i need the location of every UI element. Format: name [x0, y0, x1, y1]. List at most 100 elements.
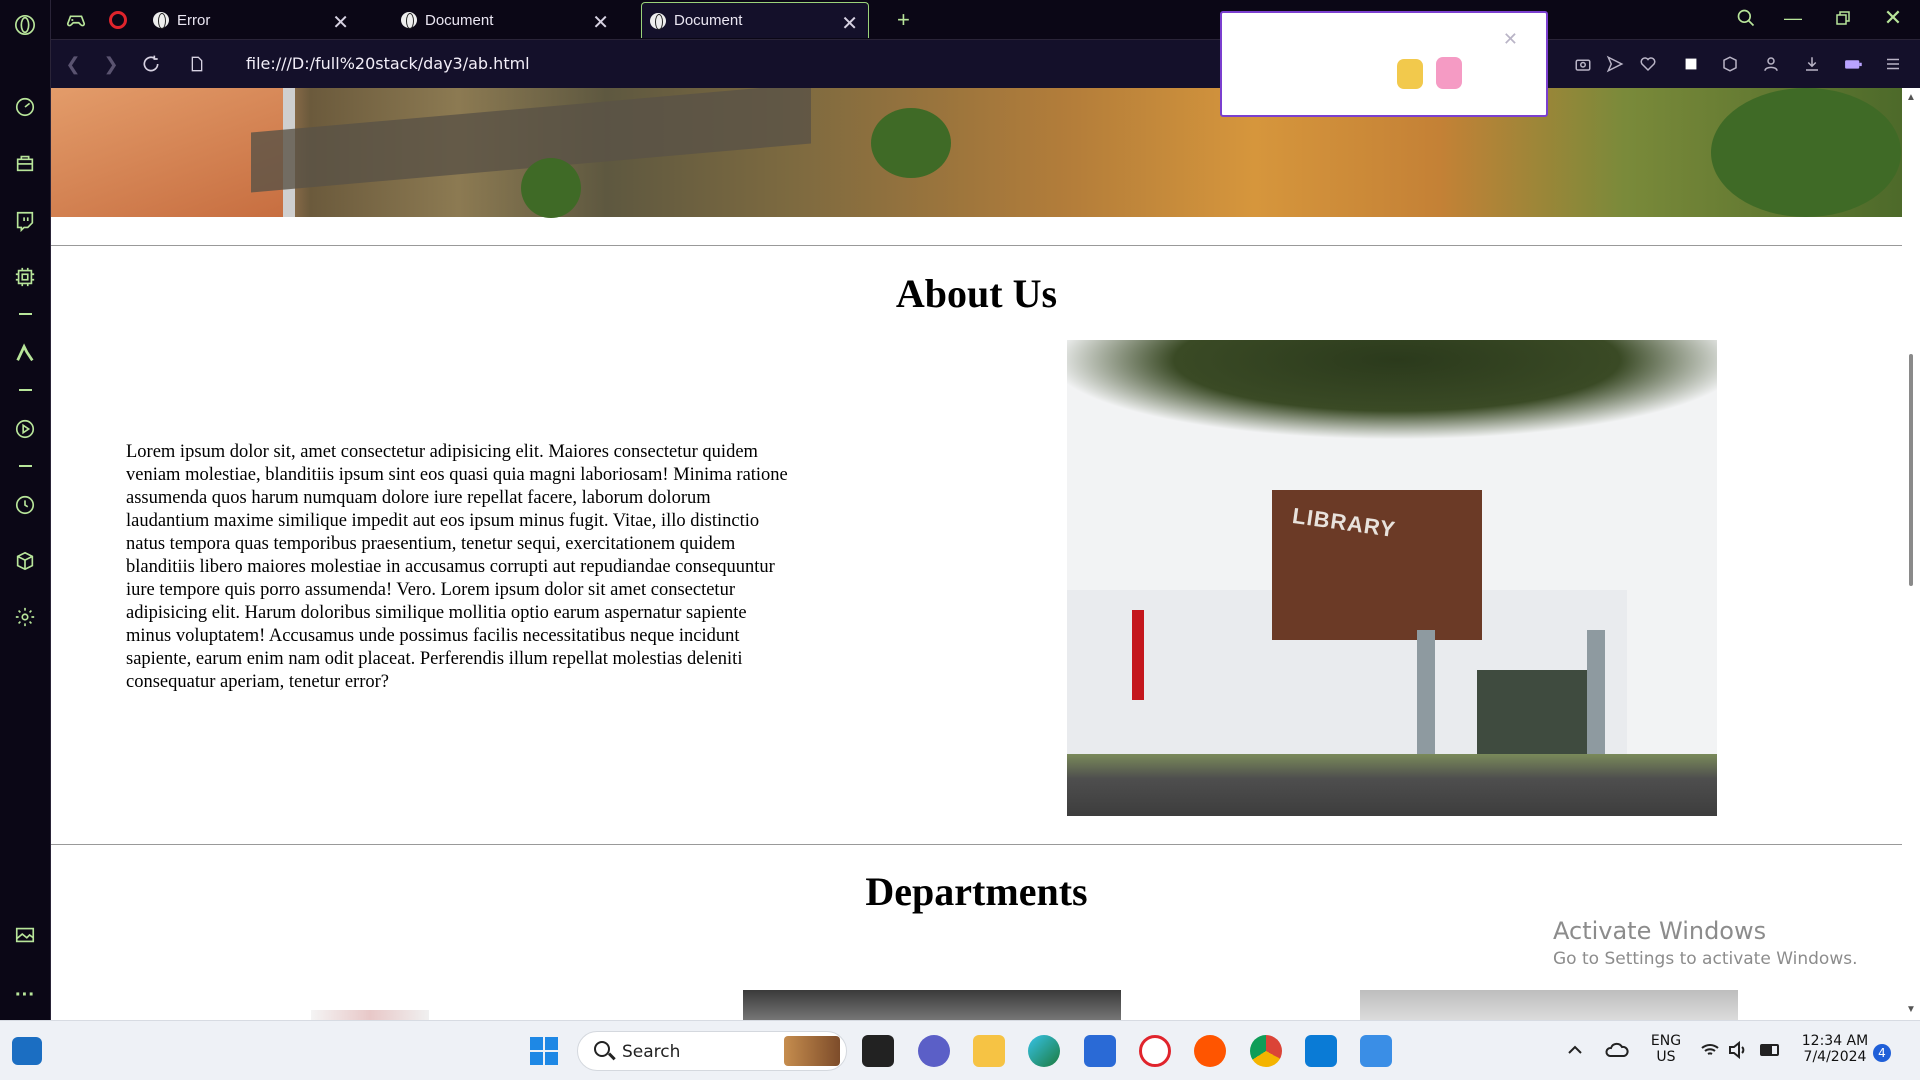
sidebar-divider: [19, 389, 32, 391]
history-icon[interactable]: [12, 492, 38, 518]
download-icon[interactable]: [1800, 52, 1824, 76]
search-label: Search: [622, 1042, 681, 1062]
page-scrollbar[interactable]: ▲ ▼: [1902, 88, 1920, 1020]
close-popup-icon[interactable]: ✕: [1503, 29, 1518, 50]
web-page: About Us Lorem ipsum dolor sit, amet con…: [51, 88, 1902, 1020]
wifi-icon[interactable]: [1700, 1041, 1720, 1059]
twitch-icon[interactable]: [12, 208, 38, 234]
start-windows-icon[interactable]: [528, 1035, 560, 1067]
pink-cat-icon[interactable]: [1436, 57, 1462, 89]
search-highlight-image: [784, 1036, 840, 1066]
scroll-up-icon[interactable]: ▲: [1906, 92, 1916, 103]
settings-gear-icon[interactable]: [12, 604, 38, 630]
scroll-thumb[interactable]: [1909, 354, 1913, 586]
profile-icon[interactable]: [1759, 52, 1783, 76]
tree-canopy-shape: [1067, 340, 1717, 440]
ground-shape: [1067, 754, 1717, 816]
opera-logo-icon[interactable]: [12, 12, 38, 38]
speed-dial-icon[interactable]: [12, 94, 38, 120]
campus-banner-image: [51, 88, 1902, 218]
globe-icon: [153, 12, 169, 29]
departments-heading: Departments: [865, 869, 1088, 914]
tab-bar: Error ✕ Document ✕ Document ✕ + — ✕: [51, 0, 1920, 39]
close-window-icon[interactable]: ✕: [1881, 5, 1905, 30]
onedrive-cloud-icon[interactable]: [1605, 1041, 1629, 1059]
extensions-cube-icon[interactable]: [12, 548, 38, 574]
region-indicator[interactable]: US: [1646, 1049, 1686, 1065]
back-icon[interactable]: ❮: [61, 52, 85, 76]
widgets-icon[interactable]: [12, 1037, 42, 1065]
extension-popup: ✕: [1220, 11, 1548, 117]
forward-icon[interactable]: ❯: [99, 52, 123, 76]
send-icon[interactable]: [1603, 52, 1627, 76]
taskbar-search[interactable]: Search: [577, 1031, 847, 1071]
about-paragraph: Lorem ipsum dolor sit, amet consectetur …: [126, 442, 788, 692]
pinned-app-icon[interactable]: [1360, 1035, 1392, 1067]
scroll-down-icon[interactable]: ▼: [1906, 1004, 1916, 1015]
task-view-icon[interactable]: [862, 1035, 894, 1067]
department-image: [1360, 990, 1738, 1020]
reload-icon[interactable]: [139, 52, 163, 76]
gallery-icon[interactable]: [12, 922, 38, 948]
sidebar-divider: [19, 465, 32, 467]
tab-title: Document: [425, 11, 494, 29]
soundcloud-icon[interactable]: [1194, 1035, 1226, 1067]
windows-taskbar: Search ENG US 12:34 AM 7/4/2024 4: [0, 1020, 1920, 1080]
glass-facade-shape: [1477, 670, 1587, 760]
gamepad-icon[interactable]: [63, 7, 89, 33]
opera-favicon-icon: [109, 11, 127, 29]
file-explorer-icon[interactable]: [973, 1035, 1005, 1067]
microsoft-store-icon[interactable]: [1084, 1035, 1116, 1067]
opera-gx-taskbar-icon[interactable]: [1139, 1035, 1171, 1067]
language-indicator[interactable]: ENG: [1646, 1033, 1686, 1049]
tab-error-label[interactable]: Error ✕: [153, 2, 353, 38]
hardware-limiter-icon[interactable]: [12, 264, 38, 290]
gx-corner-icon[interactable]: [12, 150, 38, 176]
minimize-window-icon[interactable]: —: [1781, 6, 1805, 30]
battery-icon[interactable]: [1760, 1042, 1782, 1058]
close-tab-icon[interactable]: ✕: [592, 10, 609, 35]
player-icon[interactable]: [12, 416, 38, 442]
battery-saver-icon[interactable]: [1841, 52, 1865, 76]
url-field[interactable]: file:///D:/full%20stack/day3/ab.html: [246, 54, 530, 73]
vscode-icon[interactable]: [1305, 1035, 1337, 1067]
restore-window-icon[interactable]: [1831, 6, 1855, 30]
volume-icon[interactable]: [1728, 1040, 1748, 1060]
notification-badge[interactable]: 4: [1873, 1044, 1891, 1062]
activate-windows-watermark: Activate Windows Go to Settings to activ…: [1553, 917, 1858, 969]
close-tab-icon[interactable]: ✕: [332, 10, 349, 35]
tree-shape: [1711, 88, 1901, 217]
section-divider: [51, 245, 1902, 246]
tab-document-1[interactable]: Document ✕: [401, 2, 619, 38]
show-hidden-icons-icon[interactable]: [1566, 1041, 1584, 1059]
watermark-subtitle: Go to Settings to activate Windows.: [1553, 949, 1858, 969]
clock-date[interactable]: 7/4/2024: [1790, 1049, 1880, 1065]
browser-sidebar: ···: [0, 0, 51, 1020]
file-page-icon[interactable]: [185, 52, 209, 76]
tree-shape: [521, 158, 581, 218]
tree-shape: [871, 108, 951, 178]
more-options-icon[interactable]: ···: [12, 982, 38, 1008]
section-divider: [51, 844, 1902, 845]
search-tabs-icon[interactable]: [1734, 6, 1758, 30]
close-tab-icon[interactable]: ✕: [841, 11, 858, 36]
clock-time[interactable]: 12:34 AM: [1790, 1033, 1880, 1049]
yellow-face-icon[interactable]: [1397, 59, 1423, 89]
address-bar: ❮ ❯ file:///D:/full%20stack/day3/ab.html: [51, 39, 1920, 88]
aria-icon[interactable]: [12, 340, 38, 366]
edge-icon[interactable]: [1028, 1035, 1060, 1067]
library-sign: LIBRARY: [1290, 502, 1398, 543]
new-tab-button[interactable]: +: [897, 2, 921, 38]
tab-document-active[interactable]: Document ✕: [641, 2, 869, 38]
heart-icon[interactable]: [1636, 52, 1660, 76]
search-icon: [594, 1041, 610, 1057]
library-block-shape: LIBRARY: [1272, 490, 1482, 640]
gx-control-icon[interactable]: [1679, 52, 1703, 76]
chrome-icon[interactable]: [1250, 1035, 1282, 1067]
cube-icon[interactable]: [1718, 52, 1742, 76]
pillar-shape: [1587, 630, 1605, 770]
teams-chat-icon[interactable]: [918, 1035, 950, 1067]
snapshot-camera-icon[interactable]: [1571, 52, 1595, 76]
easy-setup-icon[interactable]: [1881, 52, 1905, 76]
department-image: [743, 990, 1121, 1020]
